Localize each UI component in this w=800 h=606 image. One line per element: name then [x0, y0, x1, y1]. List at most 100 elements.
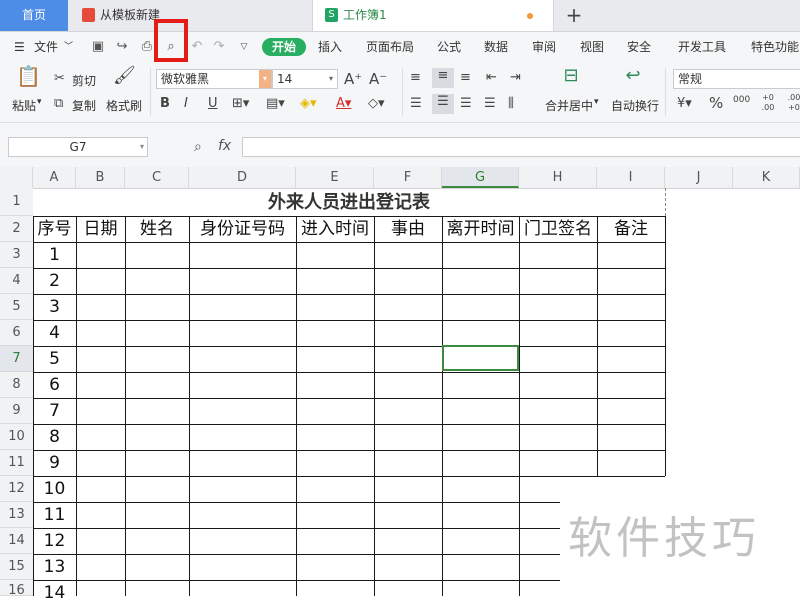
row-header[interactable]: 9 [0, 398, 33, 424]
active-cell-g7[interactable] [442, 345, 519, 371]
wrap-text-button[interactable]: 自动换行 [611, 97, 659, 114]
italic-icon[interactable]: I [184, 96, 188, 112]
redo-icon[interactable]: ↷ [212, 40, 226, 54]
header-cell-name[interactable]: 姓名 [125, 217, 189, 242]
tab-home[interactable]: 首页 [0, 0, 68, 31]
export-pdf-icon[interactable]: ↪ [115, 40, 129, 54]
align-middle-icon[interactable]: ≡ [432, 68, 454, 88]
row-header-selected[interactable]: 7 [0, 346, 33, 372]
increase-decimal-button[interactable]: +0 .00 [760, 93, 776, 113]
select-all-corner[interactable] [0, 167, 33, 188]
font-size-chevron-icon[interactable]: ▾ [325, 70, 337, 88]
undo-icon[interactable]: ↶ [190, 40, 204, 54]
column-header-g[interactable]: G [442, 167, 519, 188]
cell-style-icon[interactable]: ▤▾ [266, 96, 285, 112]
font-color-icon[interactable]: A▾ [336, 96, 351, 112]
align-center-icon[interactable]: ☰ [432, 94, 454, 114]
hamburger-icon[interactable]: ☰ [14, 32, 25, 62]
serial-cell[interactable]: 4 [33, 321, 76, 346]
tab-review[interactable]: 审阅 [532, 32, 556, 62]
row-header[interactable]: 15 [0, 554, 33, 580]
header-cell-date[interactable]: 日期 [76, 217, 125, 242]
underline-icon[interactable]: U [208, 96, 218, 112]
paste-chevron-icon[interactable]: ▾ [37, 97, 42, 107]
column-header-k[interactable]: K [733, 167, 800, 188]
serial-cell[interactable]: 14 [33, 581, 76, 606]
distribute-icon[interactable]: ⫼ [508, 96, 514, 112]
column-header-d[interactable]: D [189, 167, 296, 188]
serial-cell[interactable]: 6 [33, 373, 76, 398]
header-cell-serial[interactable]: 序号 [33, 217, 76, 242]
copy-icon[interactable]: ⧉ [54, 96, 63, 112]
merge-center-icon[interactable]: ⊟ [560, 67, 582, 85]
borders-icon[interactable]: ⊞▾ [232, 96, 249, 112]
serial-cell[interactable]: 5 [33, 347, 76, 372]
serial-cell[interactable]: 11 [33, 503, 76, 528]
header-cell-entry-time[interactable]: 进入时间 [296, 217, 374, 242]
tab-start[interactable]: 开始 [262, 38, 307, 56]
thousands-separator-button[interactable]: 000 [733, 95, 750, 105]
tab-page-layout[interactable]: 页面布局 [366, 32, 414, 62]
fill-color-icon[interactable]: ◈▾ [300, 96, 317, 112]
cut-button[interactable]: 剪切 [72, 72, 96, 89]
serial-cell[interactable]: 12 [33, 529, 76, 554]
formula-input[interactable] [242, 137, 800, 157]
percent-button[interactable]: % [709, 95, 723, 111]
print-icon[interactable]: ⎙ [140, 40, 154, 54]
shrink-font-icon[interactable]: A⁻ [369, 71, 387, 87]
align-left-icon[interactable]: ☰ [410, 96, 422, 112]
align-bottom-icon[interactable]: ≡ [460, 70, 471, 86]
row-header[interactable]: 8 [0, 372, 33, 398]
new-tab-button[interactable]: + [564, 0, 584, 31]
row-header[interactable]: 5 [0, 294, 33, 320]
serial-cell[interactable]: 3 [33, 295, 76, 320]
sheet-title[interactable]: 外来人员进出登记表 [33, 189, 665, 216]
tab-insert[interactable]: 插入 [318, 32, 342, 62]
serial-cell[interactable]: 10 [33, 477, 76, 502]
scissors-icon[interactable]: ✂ [54, 71, 65, 87]
wrap-text-icon[interactable]: ↩ [622, 67, 644, 85]
serial-cell[interactable]: 8 [33, 425, 76, 450]
zoom-search-icon[interactable]: ⌕ [194, 139, 202, 155]
quick-access-chevron-icon[interactable]: ▽ [237, 40, 251, 54]
font-name-chevron-icon[interactable]: ▾ [259, 70, 271, 88]
format-painter-icon[interactable]: 🖌 [113, 67, 136, 85]
column-header-j[interactable]: J [665, 167, 733, 188]
font-size-select[interactable]: 14 ▾ [272, 69, 338, 89]
column-header-i[interactable]: I [597, 167, 665, 188]
copy-button[interactable]: 复制 [72, 97, 96, 114]
header-cell-guard-signature[interactable]: 门卫签名 [519, 217, 597, 242]
serial-cell[interactable]: 9 [33, 451, 76, 476]
font-name-select[interactable]: 微软雅黑 ▾ [156, 69, 272, 89]
column-header-h[interactable]: H [519, 167, 597, 188]
grow-font-icon[interactable]: A⁺ [344, 71, 362, 87]
serial-cell[interactable]: 2 [33, 269, 76, 294]
tab-formulas[interactable]: 公式 [437, 32, 461, 62]
column-header-f[interactable]: F [374, 167, 442, 188]
file-chevron-down-icon[interactable]: ﹀ [64, 32, 73, 62]
tab-view[interactable]: 视图 [580, 32, 604, 62]
merge-center-button[interactable]: 合并居中 [545, 97, 593, 114]
clear-format-icon[interactable]: ◇▾ [368, 96, 385, 112]
bold-icon[interactable]: B [160, 96, 170, 112]
tab-developer[interactable]: 开发工具 [678, 32, 726, 62]
column-header-b[interactable]: B [76, 167, 125, 188]
menu-file[interactable]: 文件 [34, 32, 58, 62]
tab-security[interactable]: 安全 [627, 32, 651, 62]
row-header[interactable]: 13 [0, 502, 33, 528]
serial-cell[interactable]: 7 [33, 399, 76, 424]
row-header[interactable]: 11 [0, 450, 33, 476]
merge-center-chevron-icon[interactable]: ▾ [594, 97, 599, 107]
number-format-select[interactable]: 常规 [673, 69, 800, 89]
tab-workbook[interactable]: S 工作簿1 [312, 0, 554, 31]
paste-button[interactable]: 粘贴 [12, 97, 36, 114]
decrease-decimal-button[interactable]: .00 +0 [786, 93, 800, 113]
row-header[interactable]: 16 [0, 580, 33, 598]
serial-cell[interactable]: 1 [33, 243, 76, 268]
header-cell-reason[interactable]: 事由 [374, 217, 442, 242]
increase-indent-icon[interactable]: ⇥ [510, 70, 521, 86]
tab-data[interactable]: 数据 [484, 32, 508, 62]
paste-icon[interactable]: 📋 [16, 66, 41, 86]
row-header[interactable]: 4 [0, 268, 33, 294]
row-header[interactable]: 2 [0, 216, 33, 242]
